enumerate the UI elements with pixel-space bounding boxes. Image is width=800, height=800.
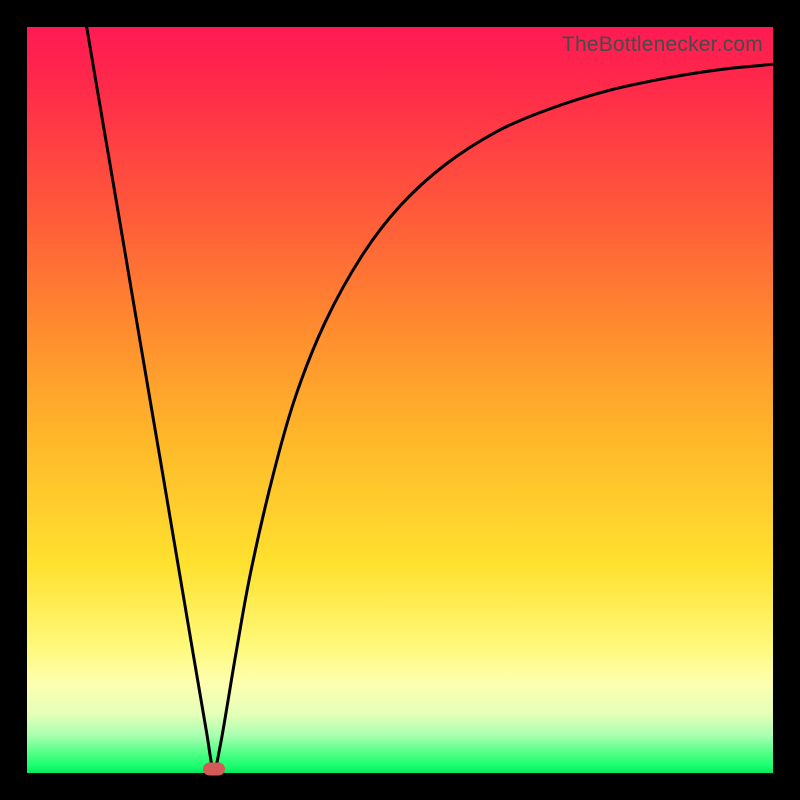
watermark-text: TheBottlenecker.com	[562, 33, 763, 57]
curve-svg	[27, 27, 773, 773]
plot-area: TheBottlenecker.com	[27, 27, 773, 773]
chart-frame: TheBottlenecker.com	[0, 0, 800, 800]
minimum-marker	[203, 763, 225, 776]
bottleneck-curve	[87, 27, 773, 770]
